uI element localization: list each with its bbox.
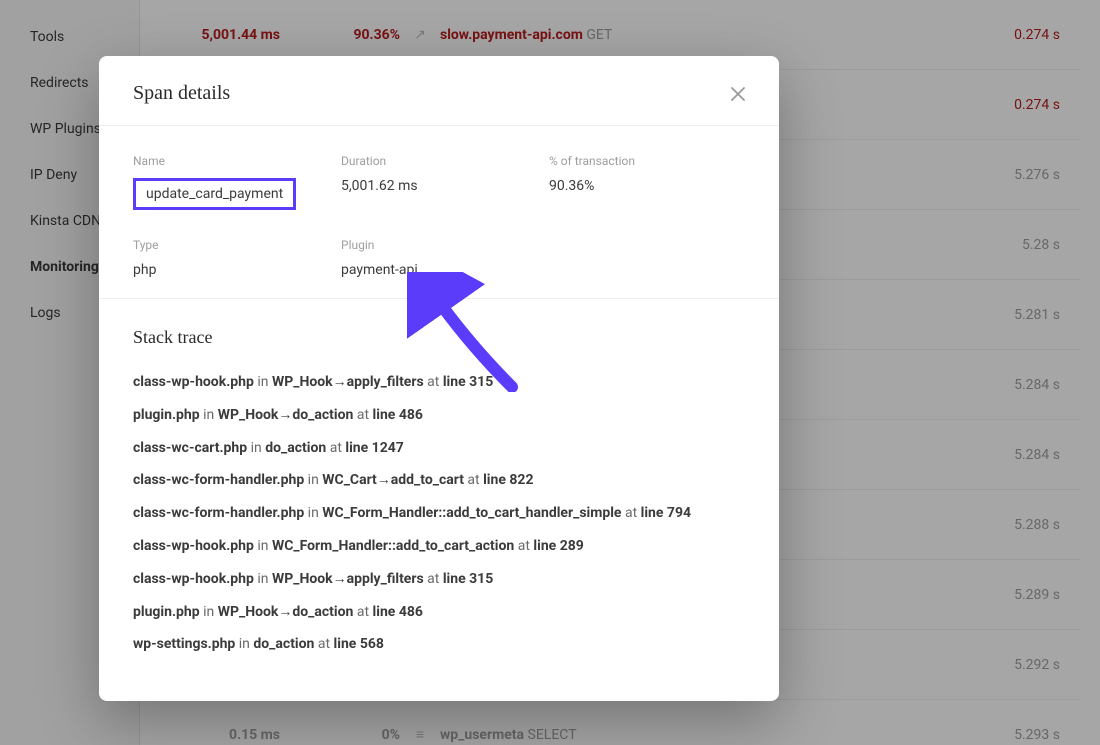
stack-trace-list: class-wp-hook.php in WP_Hook→apply_filte… (133, 366, 745, 661)
value-plugin: payment-api (341, 262, 537, 278)
detail-plugin: Plugin payment-api (341, 238, 537, 278)
stack-trace-line: class-wc-form-handler.php in WC_Cart→add… (133, 464, 745, 497)
detail-duration: Duration 5,001.62 ms (341, 154, 537, 210)
stack-trace-line: class-wc-cart.php in do_action at line 1… (133, 432, 745, 465)
value-duration: 5,001.62 ms (341, 178, 537, 194)
label-plugin: Plugin (341, 238, 537, 252)
detail-name: Name update_card_payment (133, 154, 329, 210)
stack-trace-section: Stack trace class-wp-hook.php in WP_Hook… (99, 299, 779, 701)
modal-title: Span details (133, 82, 230, 105)
stack-trace-line: class-wp-hook.php in WC_Form_Handler::ad… (133, 530, 745, 563)
detail-type: Type php (133, 238, 329, 278)
stack-trace-line: plugin.php in WP_Hook→do_action at line … (133, 596, 745, 629)
stack-trace-title: Stack trace (133, 327, 745, 348)
label-name: Name (133, 154, 329, 168)
label-percent: % of transaction (549, 154, 745, 168)
close-icon[interactable] (731, 87, 745, 101)
stack-trace-line: class-wp-hook.php in WP_Hook→apply_filte… (133, 563, 745, 596)
label-duration: Duration (341, 154, 537, 168)
label-type: Type (133, 238, 329, 252)
detail-percent: % of transaction 90.36% (549, 154, 745, 210)
stack-trace-line: class-wp-hook.php in WP_Hook→apply_filte… (133, 366, 745, 399)
value-name: update_card_payment (133, 178, 296, 210)
value-percent: 90.36% (549, 178, 745, 194)
value-type: php (133, 262, 329, 278)
span-details-modal: Span details Name update_card_payment Du… (99, 56, 779, 701)
stack-trace-line: plugin.php in WP_Hook→do_action at line … (133, 399, 745, 432)
stack-trace-line: class-wc-form-handler.php in WC_Form_Han… (133, 497, 745, 530)
stack-trace-line: wp-settings.php in do_action at line 568 (133, 628, 745, 661)
